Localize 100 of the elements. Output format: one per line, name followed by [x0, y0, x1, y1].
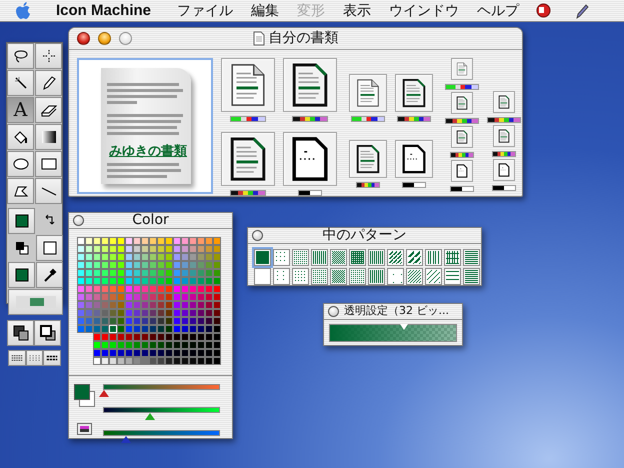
icon-preview[interactable] — [493, 91, 515, 113]
pattern-swatch[interactable] — [444, 249, 461, 266]
line-style-button[interactable] — [43, 350, 62, 366]
menu-item[interactable]: 編集 — [242, 0, 288, 20]
oval-tool[interactable] — [7, 151, 34, 177]
pattern-swatch[interactable] — [349, 249, 366, 266]
eyedropper-button[interactable] — [36, 262, 63, 288]
pattern-swatch[interactable] — [444, 268, 461, 285]
menu-item[interactable]: ファイル — [168, 0, 242, 20]
pattern-swatch[interactable] — [368, 249, 385, 266]
bucket-icon — [12, 129, 28, 145]
foreground-color-button[interactable] — [8, 208, 35, 234]
underlay-icon — [40, 325, 56, 341]
polygon-tool[interactable] — [7, 178, 34, 204]
document-icon — [252, 31, 264, 46]
color-depth-strip — [450, 186, 474, 192]
pattern-swatch[interactable] — [254, 268, 271, 285]
pattern-swatch[interactable] — [425, 249, 442, 266]
rect-icon — [40, 156, 56, 172]
slider-thumb[interactable] — [144, 413, 155, 420]
icon-title-text: みゆきの書類 — [109, 143, 187, 161]
close-button[interactable] — [328, 306, 339, 317]
color-depth-strip — [356, 182, 380, 188]
pattern-swatch[interactable] — [330, 249, 347, 266]
apple-menu-icon[interactable] — [16, 2, 31, 20]
document-icon — [455, 62, 469, 76]
wand-icon — [12, 75, 28, 91]
pattern-swatch[interactable] — [406, 249, 423, 266]
icon-preview[interactable] — [283, 132, 337, 186]
pattern-swatch[interactable] — [292, 268, 309, 285]
slider-thumb[interactable] — [121, 436, 132, 443]
color-slider[interactable] — [103, 430, 220, 443]
overlay-button[interactable] — [7, 320, 34, 346]
icon-preview[interactable] — [221, 58, 275, 112]
icon-preview[interactable] — [451, 126, 473, 148]
slider-thumb[interactable] — [99, 390, 110, 397]
icon-preview[interactable] — [395, 140, 433, 178]
pattern-swatch[interactable] — [406, 268, 423, 285]
gradient-tool[interactable] — [35, 124, 62, 150]
color-palette[interactable] — [77, 237, 224, 365]
color-slider[interactable] — [103, 407, 220, 420]
document-icon — [497, 163, 511, 177]
default-colors-icon[interactable] — [14, 241, 28, 255]
menu-item[interactable]: 表示 — [334, 0, 380, 20]
menu-item[interactable]: ウインドウ — [380, 0, 468, 20]
pattern-swatch[interactable] — [368, 268, 385, 285]
color-picker-icon[interactable] — [76, 423, 92, 435]
pattern-swatch[interactable] — [463, 249, 480, 266]
icon-preview[interactable] — [283, 58, 337, 112]
pattern-swatch[interactable] — [311, 249, 328, 266]
fill-color-button[interactable] — [8, 262, 35, 288]
pencil-icon[interactable] — [575, 2, 590, 18]
document-icon — [497, 95, 511, 109]
pattern-swatch[interactable] — [273, 249, 290, 266]
app-icon[interactable] — [536, 3, 552, 18]
icon-preview[interactable] — [221, 132, 275, 186]
rect-tool[interactable] — [35, 151, 62, 177]
bucket-tool[interactable] — [7, 124, 34, 150]
pattern-swatch[interactable] — [387, 249, 404, 266]
icon-preview[interactable] — [493, 159, 515, 181]
icon-preview[interactable] — [349, 74, 387, 112]
color-depth-strip — [487, 117, 521, 123]
window-title: Color — [132, 211, 169, 230]
pattern-swatch[interactable] — [273, 268, 290, 285]
pattern-swatch[interactable] — [463, 268, 480, 285]
underlay-button[interactable] — [34, 320, 61, 346]
pattern-swatch[interactable] — [387, 268, 404, 285]
icon-preview[interactable] — [349, 140, 387, 178]
gradient-icon — [40, 129, 56, 145]
close-button[interactable] — [73, 215, 84, 226]
color-swatch-icon[interactable] — [74, 384, 94, 407]
minimize-button[interactable] — [98, 32, 111, 45]
icon-preview[interactable] — [451, 92, 473, 114]
pattern-swatch[interactable] — [311, 268, 328, 285]
transparency-slider[interactable] — [329, 324, 457, 342]
color-depth-strip — [230, 190, 266, 196]
icon-preview[interactable] — [493, 125, 515, 147]
menu-item[interactable]: ヘルプ — [468, 0, 528, 20]
line-tool[interactable] — [35, 178, 62, 204]
window-title: 自分の書類 — [268, 29, 338, 48]
pattern-swatch[interactable] — [292, 249, 309, 266]
line-style-button[interactable] — [8, 350, 26, 366]
icon-preview[interactable] — [451, 160, 473, 182]
eraser-tool[interactable] — [35, 97, 62, 123]
pattern-swatch[interactable] — [254, 249, 271, 266]
background-color-button[interactable] — [36, 235, 63, 261]
pattern-swatch[interactable] — [349, 268, 366, 285]
pencil-tool[interactable] — [35, 70, 62, 96]
transparency-button[interactable] — [8, 289, 63, 315]
close-button[interactable] — [252, 230, 263, 241]
icon-preview[interactable]: みゆきの書類 — [77, 58, 213, 194]
document-icon — [455, 130, 469, 144]
lasso-tool[interactable] — [7, 43, 34, 69]
pattern-swatch[interactable] — [425, 268, 442, 285]
pattern-swatch[interactable] — [330, 268, 347, 285]
app-menu[interactable]: Icon Machine — [47, 0, 160, 20]
text-tool[interactable]: A — [7, 97, 34, 123]
icon-preview[interactable] — [395, 74, 433, 112]
window-title: 透明設定（32 ビッ... — [344, 303, 449, 320]
wand-tool[interactable] — [7, 70, 34, 96]
